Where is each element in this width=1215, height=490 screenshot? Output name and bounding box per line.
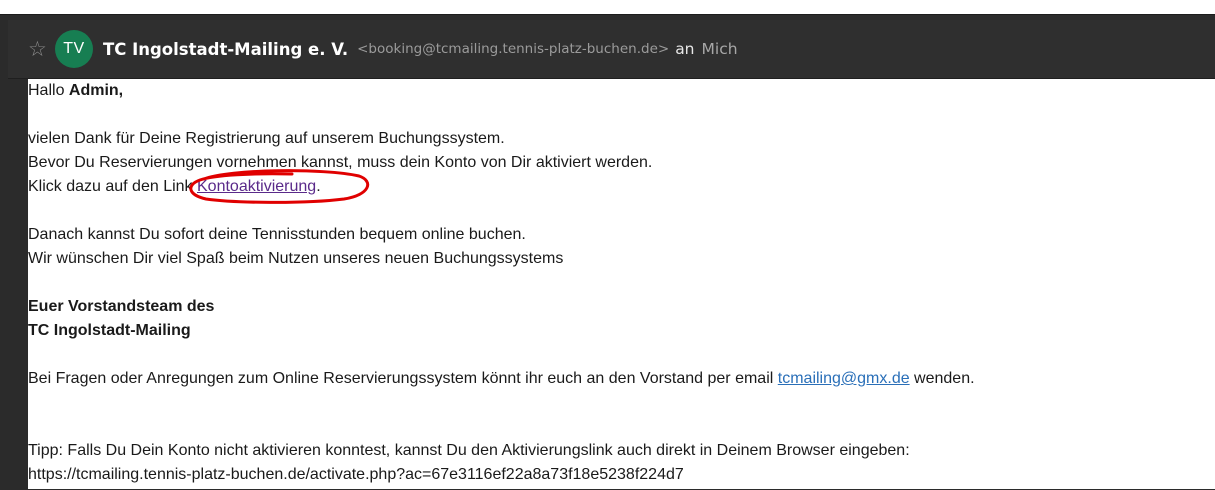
signature-line-1: Euer Vorstandsteam des (28, 295, 1215, 319)
top-strip (0, 0, 1215, 14)
to-label: an (675, 40, 695, 58)
body-line-3: Klick dazu auf den Link Kontoaktivierung… (28, 169, 1215, 204)
signature-line-2: TC Ingolstadt-Mailing (28, 319, 1215, 343)
activation-link[interactable]: Kontoaktivierung (197, 178, 316, 195)
greeting-prefix: Hallo (28, 82, 69, 99)
message-body: Hallo Admin, vielen Dank für Deine Regis… (28, 79, 1215, 489)
link-intro-text: Klick dazu auf den Link (28, 178, 197, 195)
body-line-1: vielen Dank für Deine Registrierung auf … (28, 130, 505, 147)
sender-email[interactable]: <booking@tcmailing.tennis-platz-buchen.d… (357, 41, 669, 57)
body-line-5: Wir wünschen Dir viel Spaß beim Nutzen u… (28, 250, 564, 267)
star-icon[interactable]: ☆ (28, 38, 50, 60)
questions-prefix: Bei Fragen oder Anregungen zum Online Re… (28, 370, 778, 387)
greeting-name: Admin, (68, 82, 124, 99)
questions-line: Bei Fragen oder Anregungen zum Online Re… (28, 367, 1215, 391)
signature-text-1: Euer Vorstandsteam des (28, 298, 215, 315)
avatar[interactable]: TV (55, 30, 93, 68)
message-header: ☆ TV TC Ingolstadt-Mailing e. V. <bookin… (8, 20, 1215, 79)
link-suffix: . (316, 178, 321, 195)
tip-line: Tipp: Falls Du Dein Konto nicht aktivier… (28, 442, 910, 459)
email-viewer: ☆ TV TC Ingolstadt-Mailing e. V. <bookin… (0, 0, 1215, 490)
signature-text-2: TC Ingolstadt-Mailing (28, 322, 191, 339)
activation-url: https://tcmailing.tennis-platz-buchen.de… (28, 466, 684, 483)
body-line-2: Bevor Du Reservierungen vornehmen kannst… (28, 154, 653, 171)
annotated-link-wrapper: Kontoaktivierung (189, 169, 370, 204)
body-line-4: Danach kannst Du sofort deine Tennisstun… (28, 226, 526, 243)
sender-name[interactable]: TC Ingolstadt-Mailing e. V. (103, 40, 348, 59)
avatar-initials: TV (63, 40, 85, 57)
questions-suffix: wenden. (909, 370, 975, 387)
greeting: Hallo Admin, (28, 79, 1215, 103)
recipient-name[interactable]: Mich (702, 40, 738, 58)
contact-email-link[interactable]: tcmailing@gmx.de (778, 370, 910, 387)
